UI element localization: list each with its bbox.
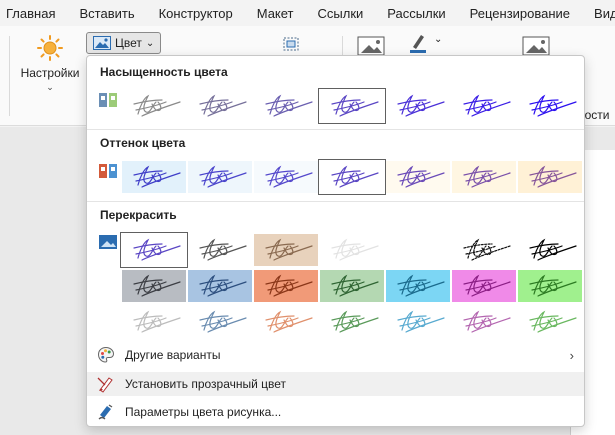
recolor-r1-swatch-1[interactable] (188, 270, 252, 302)
chevron-down-icon: ⌄ (145, 37, 155, 49)
sun-icon (37, 35, 63, 61)
tone-swatch-2[interactable] (254, 161, 318, 193)
recolor-r1-swatch-4[interactable] (386, 270, 450, 302)
tab-3[interactable]: Макет (245, 6, 306, 21)
saturation-swatch-3[interactable] (318, 88, 386, 124)
saturation-swatch-5[interactable] (452, 90, 516, 122)
recolor-r2-swatch-0[interactable] (122, 306, 186, 338)
picture-color-options-item[interactable]: Параметры цвета рисунка... (87, 400, 584, 424)
section-divider (87, 201, 584, 202)
chevron-down-icon: ⌄ (46, 82, 54, 92)
recolor-r2-swatch-4[interactable] (386, 306, 450, 338)
tab-1[interactable]: Вставить (67, 6, 146, 21)
section-divider (87, 129, 584, 130)
recolor-r2-swatch-3[interactable] (320, 306, 384, 338)
saturation-row-icon (99, 93, 117, 107)
recolor-r0-swatch-6[interactable] (518, 234, 582, 266)
format-picture-icon (98, 404, 113, 420)
saturation-swatch-0[interactable] (122, 90, 186, 122)
settings-label: Настройки (20, 66, 80, 80)
picture-color-icon (93, 36, 111, 50)
set-transparent-item[interactable]: Установить прозрачный цвет (87, 372, 584, 396)
more-variants-item[interactable]: Другие варианты › (87, 343, 584, 367)
saturation-swatch-1[interactable] (188, 90, 252, 122)
recolor-r1-swatch-6[interactable] (518, 270, 582, 302)
recolor-r0-swatch-0[interactable] (120, 232, 188, 268)
tab-5[interactable]: Рассылки (375, 6, 457, 21)
color-button[interactable]: Цвет ⌄ (86, 32, 162, 54)
tab-2[interactable]: Конструктор (147, 6, 245, 21)
recolor-r1-swatch-2[interactable] (254, 270, 318, 302)
tone-swatch-4[interactable] (386, 161, 450, 193)
tone-swatch-0[interactable] (122, 161, 186, 193)
recolor-title: Перекрасить (100, 208, 177, 222)
saturation-swatch-6[interactable] (518, 90, 582, 122)
recolor-r0-swatch-2[interactable] (254, 234, 318, 266)
tone-swatch-6[interactable] (518, 161, 582, 193)
saturation-swatch-4[interactable] (386, 90, 450, 122)
more-variants-label: Другие варианты (125, 348, 221, 362)
tab-0[interactable]: Главная (0, 6, 67, 21)
saturation-title: Насыщенность цвета (100, 65, 228, 79)
set-transparent-label: Установить прозрачный цвет (125, 377, 287, 391)
chevron-down-icon[interactable]: ⌄ (434, 34, 442, 45)
recolor-r2-swatch-6[interactable] (518, 306, 582, 338)
tab-6[interactable]: Рецензирование (458, 6, 582, 21)
transparent-pen-icon (97, 377, 113, 393)
ribbon-divider (9, 36, 10, 116)
color-dropdown: Насыщенность цвета Оттенок цвета Перекра… (86, 55, 585, 427)
recolor-r1-swatch-0[interactable] (122, 270, 186, 302)
chevron-right-icon: › (569, 347, 574, 363)
settings-button[interactable]: Настройки ⌄ (18, 34, 82, 93)
recolor-r0-swatch-1[interactable] (188, 234, 252, 266)
saturation-swatch-2[interactable] (254, 90, 318, 122)
pen-color-icon[interactable] (408, 32, 428, 54)
recolor-r0-swatch-4[interactable] (386, 234, 450, 266)
palette-icon (97, 346, 115, 363)
recolor-r2-swatch-5[interactable] (452, 306, 516, 338)
recolor-r1-swatch-3[interactable] (320, 270, 384, 302)
compress-pictures-icon[interactable] (282, 36, 300, 52)
ribbon-tabs: Главная Вставить Конструктор Макет Ссылки Рас… (0, 0, 615, 26)
color-button-label: Цвет (115, 36, 142, 50)
picture-color-options-label: Параметры цвета рисунка... (125, 405, 282, 419)
recolor-r0-swatch-5[interactable] (452, 234, 516, 266)
recolor-row-icon (99, 235, 117, 249)
recolor-r1-swatch-5[interactable] (452, 270, 516, 302)
recolor-r2-swatch-1[interactable] (188, 306, 252, 338)
recolor-r0-swatch-3[interactable] (320, 234, 384, 266)
tab-4[interactable]: Ссылки (306, 6, 376, 21)
tone-swatch-3[interactable] (318, 159, 386, 195)
tone-swatch-1[interactable] (188, 161, 252, 193)
tone-title: Оттенок цвета (100, 136, 186, 150)
recolor-r2-swatch-2[interactable] (254, 306, 318, 338)
tone-row-icon (99, 164, 117, 178)
tab-7[interactable]: Вид (582, 6, 615, 21)
tone-swatch-5[interactable] (452, 161, 516, 193)
